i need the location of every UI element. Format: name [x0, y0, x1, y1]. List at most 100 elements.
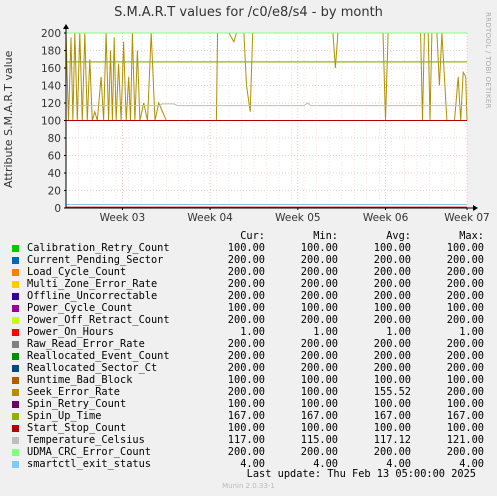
- y-tick-label: 0: [54, 203, 61, 215]
- x-tick-label: Week 06: [363, 212, 409, 224]
- legend-swatch: [12, 388, 19, 396]
- legend-row: Seek_Error_Rate 200.00 100.00 155.52 200.00: [12, 386, 484, 398]
- legend-label: Power_Off_Retract_Count: [27, 314, 170, 326]
- legend-max: 200.00: [446, 338, 484, 350]
- legend-max: 121.00: [446, 434, 484, 446]
- legend-min: 167.00: [300, 410, 338, 422]
- legend-swatch: [12, 376, 19, 384]
- legend-label: Spin_Up_Time: [27, 410, 102, 422]
- legend-label: UDMA_CRC_Error_Count: [27, 446, 151, 458]
- legend-swatch: [12, 328, 19, 336]
- legend-swatch: [12, 256, 19, 264]
- legend-label: Spin_Retry_Count: [27, 398, 127, 410]
- legend-cur: 200.00: [227, 446, 265, 458]
- x-tick-label: Week 05: [275, 212, 320, 224]
- legend-min: 200.00: [300, 338, 338, 350]
- legend-swatch: [12, 304, 19, 312]
- legend-label: Calibration_Retry_Count: [27, 242, 170, 254]
- legend-cur: 167.00: [227, 410, 265, 422]
- legend-cur: 100.00: [227, 374, 265, 386]
- legend-label: Raw_Read_Error_Rate: [27, 338, 145, 350]
- legend-row: Start_Stop_Count 100.00 100.00 100.00 100.00: [12, 422, 484, 434]
- legend-row: Multi_Zone_Error_Rate 200.00 200.00 200.00 2…: [12, 278, 484, 290]
- legend-max: 100.00: [446, 398, 484, 410]
- legend-cur: 117.00: [227, 434, 265, 446]
- legend-max: 167.00: [446, 410, 484, 422]
- legend-cur: 200.00: [227, 254, 265, 266]
- x-tick-label: Week 07: [444, 212, 489, 224]
- legend-cur: 100.00: [227, 398, 265, 410]
- y-tick-label: 120: [41, 98, 61, 110]
- legend-avg: 200.00: [373, 362, 411, 374]
- legend-row: Power_Cycle_Count 100.00 100.00 100.00 100.0…: [12, 302, 484, 314]
- legend-swatch: [12, 436, 19, 444]
- legend-label: Runtime_Bad_Block: [27, 374, 133, 386]
- legend-label: Offline_Uncorrectable: [27, 290, 158, 302]
- legend-swatch: [12, 292, 19, 300]
- legend-max: 200.00: [446, 266, 484, 278]
- legend-min: 200.00: [300, 278, 338, 290]
- legend-swatch: [12, 364, 19, 372]
- legend-min: 200.00: [300, 446, 338, 458]
- legend-min: 200.00: [300, 350, 338, 362]
- header-min: Min:: [313, 230, 338, 242]
- legend-min: 100.00: [300, 374, 338, 386]
- legend-row: Spin_Up_Time 167.00 167.00 167.00 167.00: [12, 410, 484, 422]
- legend-label: Temperature_Celsius: [27, 434, 145, 446]
- legend-label: Reallocated_Sector_Ct: [27, 362, 158, 374]
- legend-row: Runtime_Bad_Block 100.00 100.00 100.00 100.0…: [12, 374, 484, 386]
- legend-cur: 200.00: [227, 350, 265, 362]
- legend-label: Seek_Error_Rate: [27, 386, 120, 398]
- header-avg: Avg:: [386, 230, 411, 242]
- legend-avg: 100.00: [373, 302, 411, 314]
- legend-avg: 200.00: [373, 290, 411, 302]
- legend-min: 200.00: [300, 362, 338, 374]
- legend-row: Offline_Uncorrectable 200.00 200.00 200.00 2…: [12, 290, 484, 302]
- legend-min: 1.00: [313, 326, 338, 338]
- legend-avg: 155.52: [373, 386, 411, 398]
- legend-avg: 100.00: [373, 374, 411, 386]
- legend-row: Reallocated_Event_Count 200.00 200.00 200.0…: [12, 350, 484, 362]
- legend-label: Start_Stop_Count: [27, 422, 127, 434]
- legend-cur: 200.00: [227, 290, 265, 302]
- legend-row: Temperature_Celsius 117.00 115.00 117.12 121…: [12, 434, 484, 446]
- legend-cur: 200.00: [227, 266, 265, 278]
- y-tick-label: 100: [41, 116, 61, 128]
- legend-min: 115.00: [300, 434, 338, 446]
- legend-swatch: [12, 448, 19, 456]
- legend-header: Cur: Min: Avg: Max:: [12, 230, 484, 242]
- y-tick-label: 40: [48, 168, 61, 180]
- legend-avg: 200.00: [373, 278, 411, 290]
- header-max: Max:: [459, 230, 484, 242]
- y-tick-label: 60: [48, 151, 61, 163]
- legend-row: Current_Pending_Sector 200.00 200.00 200.00…: [12, 254, 484, 266]
- y-tick-label: 180: [41, 46, 61, 58]
- legend-min: 100.00: [300, 422, 338, 434]
- legend-avg: 117.12: [373, 434, 411, 446]
- legend-row: Calibration_Retry_Count 100.00 100.00 100.0…: [12, 242, 484, 254]
- legend-max: 100.00: [446, 374, 484, 386]
- legend-swatch: [12, 460, 19, 468]
- legend-swatch: [12, 412, 19, 420]
- legend-row: Load_Cycle_Count 200.00 200.00 200.00 200.00: [12, 266, 484, 278]
- legend-avg: 200.00: [373, 338, 411, 350]
- legend-max: 100.00: [446, 422, 484, 434]
- legend-max: 1.00: [459, 326, 484, 338]
- legend-row: Power_On_Hours 1.00 1.00 1.00 1.00: [12, 326, 484, 338]
- legend-max: 200.00: [446, 350, 484, 362]
- y-axis-arrow: [63, 24, 69, 29]
- legend-cur: 200.00: [227, 314, 265, 326]
- legend-max: 200.00: [446, 446, 484, 458]
- legend-min: 100.00: [300, 302, 338, 314]
- legend-row: Power_Off_Retract_Count 200.00 200.00 200.0…: [12, 314, 484, 326]
- legend-label: Multi_Zone_Error_Rate: [27, 278, 158, 290]
- legend-swatch: [12, 340, 19, 348]
- legend-swatch: [12, 280, 19, 288]
- legend-cur: 100.00: [227, 422, 265, 434]
- legend-row: UDMA_CRC_Error_Count 200.00 200.00 200.00 20…: [12, 446, 484, 458]
- legend-row: Spin_Retry_Count 100.00 100.00 100.00 100.00: [12, 398, 484, 410]
- legend-max: 200.00: [446, 290, 484, 302]
- legend-avg: 200.00: [373, 446, 411, 458]
- legend-avg: 200.00: [373, 314, 411, 326]
- legend-avg: 200.00: [373, 254, 411, 266]
